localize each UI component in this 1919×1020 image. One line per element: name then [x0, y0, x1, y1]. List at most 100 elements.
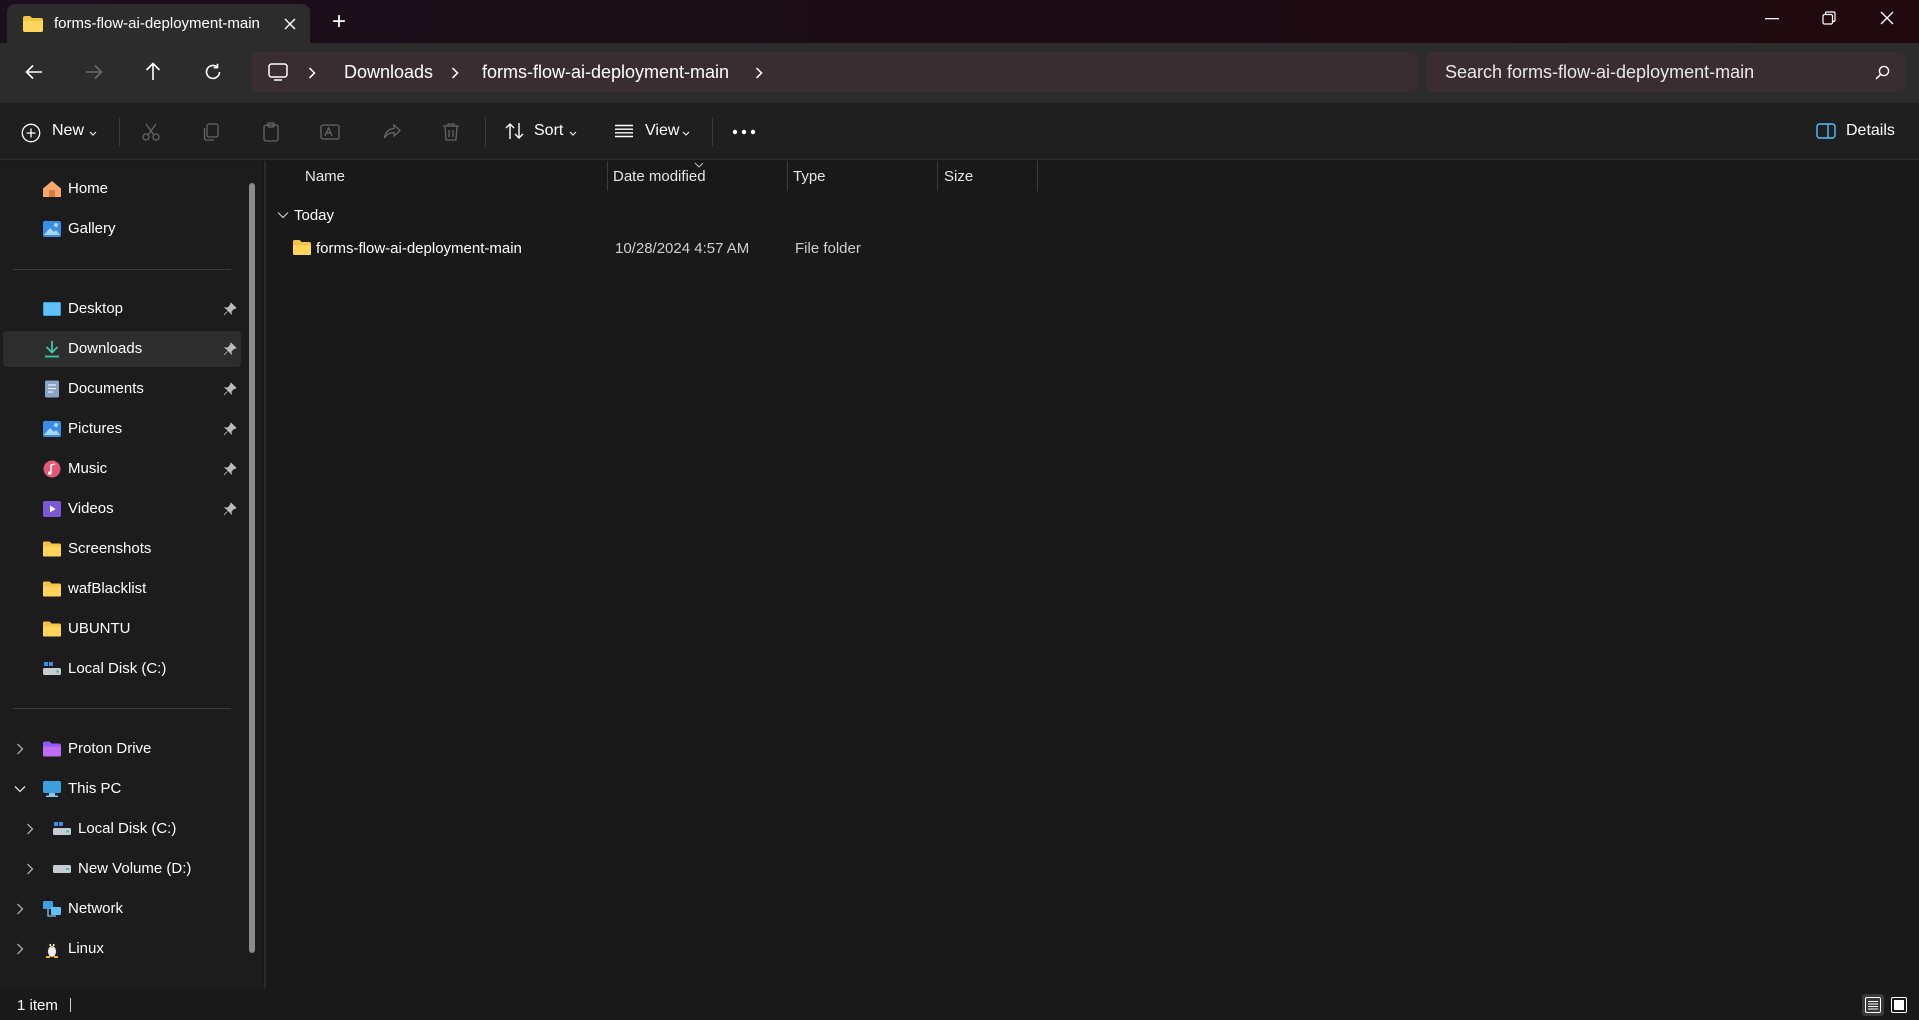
sidebar-item-downloads[interactable]: Downloads — [3, 331, 241, 367]
pin-icon[interactable] — [223, 462, 237, 476]
search-placeholder[interactable]: Search forms-flow-ai-deployment-main — [1445, 62, 1754, 83]
linux-penguin-icon — [46, 942, 58, 958]
view-label: View — [645, 122, 680, 139]
chevron-down-icon[interactable] — [14, 785, 26, 793]
cut-icon[interactable] — [141, 122, 161, 142]
pin-icon[interactable] — [223, 342, 237, 356]
gallery-icon — [43, 221, 61, 237]
sidebar-item-ubuntu[interactable]: UBUNTU — [3, 611, 241, 647]
sidebar-item-this-pc[interactable]: This PC — [3, 771, 241, 807]
pin-icon[interactable] — [223, 302, 237, 316]
sidebar-item-label: UBUNTU — [68, 620, 131, 637]
group-header-today[interactable]: Today — [274, 203, 434, 227]
sidebar-item-label: Local Disk (C:) — [78, 820, 177, 837]
sidebar-item-wafblacklist[interactable]: wafBlacklist — [3, 571, 241, 607]
chevron-down-icon — [569, 131, 577, 136]
details-pane-icon — [1816, 123, 1836, 139]
status-divider — [70, 998, 71, 1012]
computer-icon — [43, 781, 61, 797]
sidebar-item-label: wafBlacklist — [68, 580, 147, 597]
details-view-button[interactable] — [1862, 994, 1884, 1016]
title-bar: forms-flow-ai-deployment-main + — [0, 0, 1919, 43]
new-tab-button[interactable]: + — [332, 8, 346, 36]
chevron-right-icon[interactable] — [16, 943, 24, 955]
up-arrow-icon[interactable] — [145, 62, 161, 81]
sidebar-item-network[interactable]: Network — [3, 891, 241, 927]
sort-button[interactable]: Sort — [500, 111, 585, 151]
sidebar-item-screenshots[interactable]: Screenshots — [3, 531, 241, 567]
details-button[interactable]: Details — [1810, 111, 1910, 151]
sidebar-item-label: This PC — [68, 780, 122, 797]
sort-label: Sort — [534, 122, 564, 139]
refresh-icon[interactable] — [204, 63, 222, 81]
folder-icon — [43, 581, 61, 597]
sidebar-item-local-disk-c[interactable]: Local Disk (C:) — [3, 651, 241, 687]
breadcrumb-downloads[interactable]: Downloads — [344, 62, 433, 83]
forward-arrow-icon[interactable] — [85, 64, 103, 80]
chevron-right-icon[interactable] — [16, 743, 24, 755]
column-header-label: Type — [793, 168, 826, 185]
sidebar-item-linux[interactable]: Linux — [3, 931, 241, 967]
sidebar-item-label: Pictures — [68, 420, 123, 437]
tiles-view-icon — [1891, 997, 1907, 1013]
breadcrumb-current-folder[interactable]: forms-flow-ai-deployment-main — [482, 62, 729, 83]
view-button[interactable]: View — [612, 111, 697, 151]
navigation-pane: Home Gallery Desktop Downloads Documents… — [0, 161, 262, 988]
sidebar-item-label: Network — [68, 900, 124, 917]
new-button[interactable]: New — [14, 111, 104, 151]
file-name: forms-flow-ai-deployment-main — [316, 240, 522, 257]
column-header-type[interactable]: Type — [788, 161, 938, 191]
sidebar-item-new-volume-d[interactable]: New Volume (D:) — [3, 851, 241, 887]
sidebar-item-label: Screenshots — [68, 540, 152, 557]
sidebar-item-documents[interactable]: Documents — [3, 371, 241, 407]
pictures-icon — [43, 421, 61, 437]
chevron-right-icon[interactable] — [451, 67, 459, 79]
column-header-name[interactable]: Name — [266, 161, 606, 191]
table-row[interactable]: forms-flow-ai-deployment-main 10/28/2024… — [270, 234, 1040, 262]
documents-icon — [45, 380, 59, 398]
column-header-size[interactable]: Size — [938, 161, 1038, 191]
column-header-date-modified[interactable]: Date modified — [608, 161, 788, 191]
tab-active[interactable]: forms-flow-ai-deployment-main — [7, 4, 310, 43]
sidebar-item-proton-drive[interactable]: Proton Drive — [3, 731, 241, 767]
restore-icon[interactable] — [1822, 11, 1836, 25]
tiles-view-button[interactable] — [1888, 994, 1910, 1016]
sidebar-item-videos[interactable]: Videos — [3, 491, 241, 527]
sidebar-item-home[interactable]: Home — [3, 171, 241, 207]
sidebar-item-desktop[interactable]: Desktop — [3, 291, 241, 327]
sidebar-item-this-pc-local-disk-c[interactable]: Local Disk (C:) — [3, 811, 241, 847]
file-list: Name Date modified Type Size Today forms… — [266, 161, 1919, 988]
close-tab-icon[interactable] — [284, 18, 296, 30]
sidebar-item-pictures[interactable]: Pictures — [3, 411, 241, 447]
copy-icon[interactable] — [201, 122, 221, 142]
command-bar: New Sort View Details — [0, 103, 1919, 160]
paste-icon[interactable] — [261, 122, 281, 142]
chevron-right-icon[interactable] — [16, 903, 24, 915]
file-type: File folder — [795, 240, 861, 257]
pin-icon[interactable] — [223, 422, 237, 436]
chevron-right-icon[interactable] — [308, 67, 316, 79]
address-bar[interactable]: Downloads forms-flow-ai-deployment-main — [252, 52, 1417, 92]
sidebar-item-label: Downloads — [68, 340, 143, 357]
pin-icon[interactable] — [223, 382, 237, 396]
rename-icon[interactable] — [320, 122, 342, 142]
sidebar-scrollbar[interactable] — [249, 183, 255, 953]
close-window-icon[interactable] — [1880, 11, 1894, 25]
sidebar-item-gallery[interactable]: Gallery — [3, 211, 241, 247]
plus-circle-icon — [21, 123, 41, 143]
chevron-right-icon[interactable] — [26, 823, 34, 835]
search-box[interactable]: Search forms-flow-ai-deployment-main — [1427, 52, 1905, 92]
back-arrow-icon[interactable] — [25, 64, 43, 80]
delete-icon[interactable] — [442, 122, 460, 142]
share-icon[interactable] — [382, 122, 402, 142]
new-label: New — [52, 122, 85, 139]
more-options-icon[interactable] — [732, 129, 756, 135]
chevron-right-icon[interactable] — [26, 863, 34, 875]
search-icon[interactable] — [1875, 65, 1890, 80]
computer-icon[interactable] — [268, 63, 288, 81]
chevron-right-icon[interactable] — [755, 67, 763, 79]
sidebar-item-label: Home — [68, 180, 109, 197]
sidebar-item-music[interactable]: Music — [3, 451, 241, 487]
pin-icon[interactable] — [223, 502, 237, 516]
minimize-icon[interactable] — [1765, 18, 1779, 20]
